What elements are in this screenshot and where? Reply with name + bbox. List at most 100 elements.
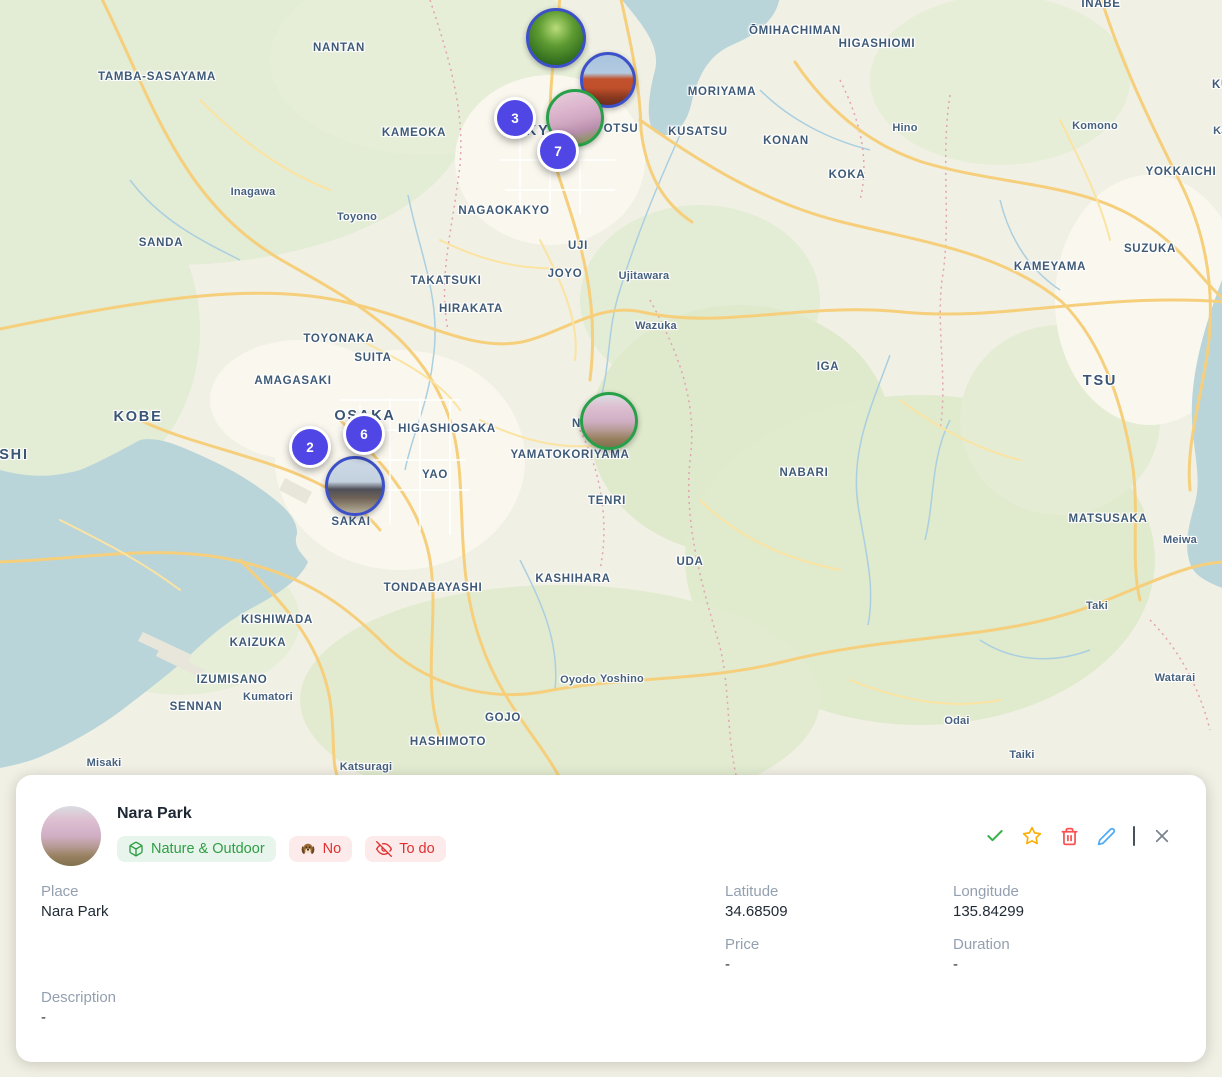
map-label: SHI	[0, 447, 29, 463]
map-label: TENRI	[588, 495, 626, 507]
place-photo-avatar	[41, 806, 101, 866]
map-label: INABE	[1081, 0, 1120, 10]
edit-button[interactable]	[1096, 826, 1116, 846]
map-label: TONDABAYASHI	[384, 582, 483, 594]
map-label: Hino	[892, 122, 917, 134]
map-label: OTSU	[604, 123, 639, 135]
check-icon	[985, 826, 1005, 846]
map-marker-photo[interactable]	[580, 392, 638, 450]
field-place-label: Place	[41, 882, 109, 901]
map-label: TAMBA-SASAYAMA	[98, 71, 216, 83]
map-label: JOYO	[548, 268, 583, 280]
map-label: TSU	[1083, 373, 1117, 389]
pencil-icon	[1097, 827, 1116, 846]
cluster-count: 7	[554, 144, 562, 159]
map-label: ŌMIHACHIMAN	[749, 25, 841, 37]
map-label: SENNAN	[170, 701, 223, 713]
field-price-value: -	[725, 955, 759, 974]
map-label: AMAGASAKI	[254, 375, 331, 387]
map-label: Inagawa	[231, 186, 276, 198]
map-marker-photo[interactable]	[526, 8, 586, 68]
close-button[interactable]	[1152, 826, 1172, 846]
map-marker-cluster[interactable]: 2	[289, 426, 331, 468]
map-label: IGA	[817, 361, 840, 373]
map-marker-cluster[interactable]: 7	[537, 130, 579, 172]
map-label: KONAN	[763, 135, 809, 147]
field-duration-label: Duration	[953, 935, 1010, 954]
confirm-button[interactable]	[985, 826, 1005, 846]
map-label: SANDA	[139, 237, 183, 249]
dog-icon	[300, 841, 316, 857]
map-marker-cluster[interactable]: 6	[343, 413, 385, 455]
map-marker-photo[interactable]	[325, 456, 385, 516]
map-label: Katsuragi	[340, 761, 393, 773]
map-label: UDA	[676, 556, 703, 568]
map-label: TOYONAKA	[303, 333, 374, 345]
map-label: KAMEOKA	[382, 127, 446, 139]
map-marker-cluster[interactable]: 3	[494, 97, 536, 139]
category-tag[interactable]: Nature & Outdoor	[117, 836, 276, 862]
map-label: YOKKAICHI	[1146, 166, 1217, 178]
map-label: HIRAKATA	[439, 303, 503, 315]
cluster-count: 6	[360, 427, 368, 442]
field-description-label: Description	[41, 988, 116, 1007]
eye-off-icon	[376, 841, 392, 857]
field-longitude-value: 135.84299	[953, 902, 1024, 921]
field-place-value: Nara Park	[41, 902, 109, 921]
map-label: TAKATSUKI	[410, 275, 481, 287]
map-label: MORIYAMA	[688, 86, 756, 98]
field-place: Place Nara Park	[41, 882, 109, 921]
pets-tag-label: No	[323, 841, 342, 857]
map-label: HASHIMOTO	[410, 736, 486, 748]
map-label: KAMEYAMA	[1014, 261, 1086, 273]
map-label: HIGASHIOSAKA	[398, 423, 496, 435]
map-label: Misaki	[87, 757, 122, 769]
map-label: KAIZUKA	[230, 637, 287, 649]
cluster-count: 2	[306, 440, 314, 455]
map-label: UJI	[568, 240, 588, 252]
map-label: SUZUKA	[1124, 243, 1176, 255]
field-price-label: Price	[725, 935, 759, 954]
field-description: Description -	[41, 988, 116, 1027]
map-label: HIGASHIOMI	[839, 38, 916, 50]
star-icon	[1022, 826, 1042, 846]
map-label: Taki	[1086, 600, 1108, 612]
place-detail-card: Nara Park Nature & Outdoor No	[16, 775, 1206, 1062]
close-icon	[1153, 827, 1171, 845]
cluster-count: 3	[511, 111, 519, 126]
field-latitude-label: Latitude	[725, 882, 788, 901]
category-tag-label: Nature & Outdoor	[151, 841, 265, 857]
field-duration: Duration -	[953, 935, 1010, 974]
tag-row: Nature & Outdoor No To do	[117, 836, 446, 862]
map-label: Oyodo	[560, 674, 596, 686]
map-label: Taiki	[1009, 749, 1034, 761]
map-label: Kumatori	[243, 691, 293, 703]
map-label: KUSATSU	[668, 126, 728, 138]
field-longitude: Longitude 135.84299	[953, 882, 1024, 921]
map-label: Odai	[944, 715, 969, 727]
field-latitude-value: 34.68509	[725, 902, 788, 921]
map-label: GOJO	[485, 712, 521, 724]
map-label: KUWANA	[1212, 79, 1222, 91]
pets-tag[interactable]: No	[289, 836, 353, 862]
field-latitude: Latitude 34.68509	[725, 882, 788, 921]
map-label: NAGAOKAKYO	[458, 205, 549, 217]
status-tag[interactable]: To do	[365, 836, 445, 862]
action-divider	[1133, 826, 1135, 846]
map-label: YAMATOKORIYAMA	[510, 449, 629, 461]
field-duration-value: -	[953, 955, 1010, 974]
map-label: MATSUSAKA	[1069, 513, 1148, 525]
cube-icon	[128, 841, 144, 857]
trash-icon	[1060, 827, 1079, 846]
delete-button[interactable]	[1059, 826, 1079, 846]
map-label: Meiwa	[1163, 534, 1197, 546]
map-label: Toyono	[337, 211, 377, 223]
map-label: NABARI	[780, 467, 829, 479]
favorite-button[interactable]	[1022, 826, 1042, 846]
map-label: Yoshino	[600, 673, 644, 685]
map-label: Kawagoe	[1213, 125, 1222, 137]
map-label: SAKAI	[331, 516, 370, 528]
map-label: Komono	[1072, 120, 1118, 132]
map-label: NANTAN	[313, 42, 365, 54]
field-price: Price -	[725, 935, 759, 974]
